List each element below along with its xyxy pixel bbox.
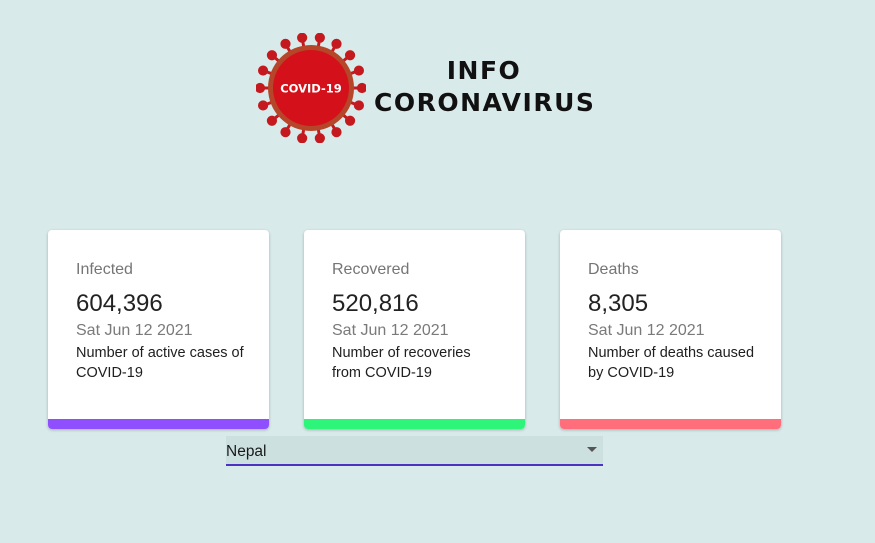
card-date: Sat Jun 12 2021: [332, 322, 449, 339]
card-description: Number of recoveries from COVID-19: [332, 345, 471, 381]
virus-spike-tip: [266, 115, 278, 126]
virus-spike-tip: [280, 127, 291, 138]
card-value: 520,816: [332, 290, 419, 317]
virus-spike-tip: [257, 100, 269, 111]
virus-spike-tip: [297, 133, 308, 143]
app-title-line1: INFO: [446, 56, 522, 85]
virus-spike-tip: [257, 65, 269, 76]
card-title: Recovered: [332, 261, 410, 278]
card-description: Number of deaths caused by COVID-19: [588, 345, 755, 381]
country-select-value: Nepal: [226, 443, 267, 460]
virus-spike-tip: [356, 82, 366, 94]
virus-spike-tip: [331, 127, 342, 138]
logo-badge-text: COVID-19: [280, 82, 342, 96]
card-accent-bar: [304, 419, 525, 429]
recovered-card: Recovered 520,816 Sat Jun 12 2021 Number…: [304, 230, 525, 429]
card-date: Sat Jun 12 2021: [76, 322, 193, 339]
card-description: Number of active cases of COVID-19: [76, 345, 244, 381]
card-accent-bar: [48, 419, 269, 429]
card-accent-bar: [560, 419, 781, 429]
app-title-line2: CORONAVIRUS: [374, 88, 596, 117]
virus-spike-tip: [314, 133, 325, 143]
dropdown-arrow-icon[interactable]: [587, 447, 597, 452]
card-date: Sat Jun 12 2021: [588, 322, 705, 339]
country-select[interactable]: Nepal: [226, 436, 603, 466]
virus-spike-tip: [297, 33, 308, 43]
virus-spike-tip: [256, 82, 266, 94]
infected-card: Infected 604,396 Sat Jun 12 2021 Number …: [48, 230, 269, 429]
app-title: INFO CORONAVIRUS: [374, 55, 594, 119]
virus-spike-tip: [353, 100, 365, 111]
virus-spike-tip: [344, 50, 356, 61]
page: COVID-19 INFO CORONAVIRUS Infected 604,3…: [0, 0, 875, 543]
virus-spike-tip: [280, 38, 291, 49]
card-value: 8,305: [588, 290, 649, 317]
virus-spike-tip: [344, 115, 356, 126]
card-title: Deaths: [588, 261, 639, 278]
virus-spike-tip: [331, 38, 342, 49]
deaths-card: Deaths 8,305 Sat Jun 12 2021 Number of d…: [560, 230, 781, 429]
covid-virus-icon: COVID-19: [256, 33, 366, 143]
virus-spike-tip: [266, 50, 278, 61]
card-value: 604,396: [76, 290, 163, 317]
virus-spike-tip: [353, 65, 365, 76]
card-title: Infected: [76, 261, 133, 278]
virus-spike-tip: [314, 33, 325, 43]
header-logo: COVID-19 INFO CORONAVIRUS: [256, 33, 596, 143]
